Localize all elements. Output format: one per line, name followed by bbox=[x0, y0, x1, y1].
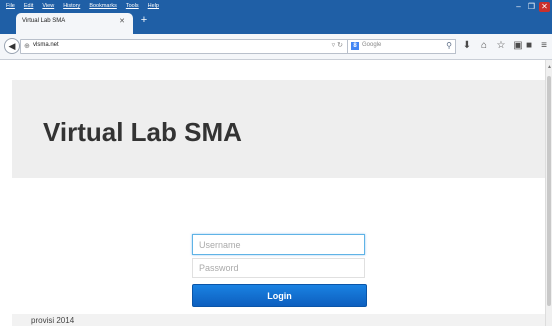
url-text: vlsma.net bbox=[33, 42, 59, 48]
close-tab-icon[interactable]: ✕ bbox=[119, 17, 125, 25]
page-title: Virtual Lab SMA bbox=[43, 117, 242, 147]
home-icon[interactable]: ⌂ bbox=[478, 40, 490, 52]
login-button[interactable]: Login bbox=[192, 284, 367, 307]
globe-icon: ⊕ bbox=[24, 43, 30, 50]
new-tab-icon[interactable]: + bbox=[138, 14, 150, 26]
scroll-thumb[interactable] bbox=[547, 76, 551, 306]
minimize-icon[interactable]: – bbox=[513, 2, 524, 12]
password-input[interactable] bbox=[192, 258, 365, 278]
username-input[interactable] bbox=[192, 234, 365, 255]
reload-icon[interactable]: ▿ ↻ bbox=[332, 41, 343, 49]
menu-bookmarks[interactable]: Bookmarks bbox=[89, 3, 117, 9]
menu-help[interactable]: Help bbox=[148, 3, 159, 9]
browser-tab[interactable]: Virtual Lab SMA ✕ bbox=[16, 13, 133, 34]
close-window-icon[interactable]: ✕ bbox=[539, 2, 550, 12]
tab-title: Virtual Lab SMA bbox=[22, 18, 66, 24]
search-icon[interactable]: ⚲ bbox=[446, 41, 452, 50]
pocket-icon[interactable]: ■ bbox=[523, 40, 535, 52]
menu-history[interactable]: History bbox=[63, 3, 80, 9]
search-placeholder: Google bbox=[362, 42, 382, 48]
back-arrow-icon[interactable]: ◀ bbox=[4, 38, 20, 54]
navigation-toolbar: ◀ ⊕ vlsma.net ▿ ↻ 8 Google ⚲ ⬇ ⌂ ☆ ▣ ■ ≡ bbox=[0, 34, 552, 60]
address-bar[interactable]: ⊕ vlsma.net ▿ ↻ bbox=[20, 39, 348, 54]
search-engine-icon[interactable]: 8 bbox=[351, 42, 359, 50]
restore-icon[interactable]: ❐ bbox=[526, 2, 537, 12]
menu-tools[interactable]: Tools bbox=[126, 3, 139, 9]
menu-bar: File Edit View History Bookmarks Tools H… bbox=[6, 3, 159, 9]
menu-view[interactable]: View bbox=[42, 3, 54, 9]
hero-banner: Virtual Lab SMA bbox=[12, 80, 545, 178]
browser-titlebar: File Edit View History Bookmarks Tools H… bbox=[0, 0, 552, 34]
vertical-scrollbar[interactable]: ▲ bbox=[545, 60, 552, 326]
search-bar[interactable]: 8 Google ⚲ bbox=[347, 39, 456, 54]
scroll-up-icon[interactable]: ▲ bbox=[546, 64, 552, 70]
menu-file[interactable]: File bbox=[6, 3, 15, 9]
window-controls: – ❐ ✕ bbox=[513, 2, 550, 12]
hamburger-menu-icon[interactable]: ≡ bbox=[538, 40, 550, 52]
bookmark-star-icon[interactable]: ☆ bbox=[495, 40, 507, 52]
download-icon[interactable]: ⬇ bbox=[461, 40, 473, 52]
footer-text: provisi 2014 bbox=[31, 316, 75, 325]
menu-edit[interactable]: Edit bbox=[24, 3, 33, 9]
footer: provisi 2014 bbox=[12, 314, 545, 326]
